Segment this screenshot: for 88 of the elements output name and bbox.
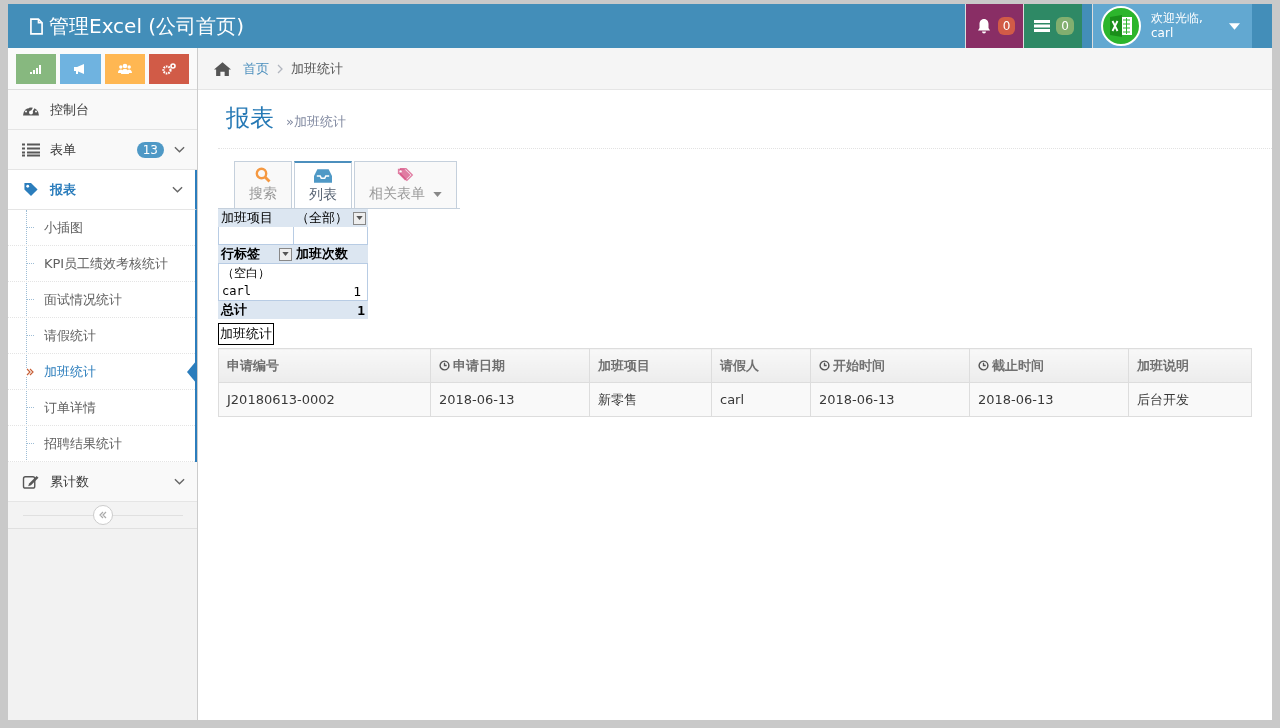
pivot-value-header: 加班次数 xyxy=(296,245,349,263)
bullhorn-shortcut-button[interactable] xyxy=(60,54,101,84)
pivot-value: 1 xyxy=(353,283,362,299)
submenu-item[interactable]: KPI员工绩效考核统计 xyxy=(8,246,195,282)
signal-bars-icon xyxy=(29,63,44,75)
column-header[interactable]: 请假人 xyxy=(711,348,811,383)
caret-icon xyxy=(1229,22,1240,30)
user-name: carl xyxy=(1151,26,1175,41)
tasks-icon xyxy=(1034,18,1051,34)
tab[interactable]: 搜索 xyxy=(234,161,292,208)
caret-icon xyxy=(356,216,363,220)
page-title: 报表 xyxy=(226,103,274,134)
pivot-filter-label: 加班项目 xyxy=(220,209,274,227)
tab[interactable]: 相关表单 xyxy=(354,161,457,208)
table-cell: 新零售 xyxy=(589,382,712,417)
menu-label: 表单 xyxy=(50,140,77,159)
sidebar-item[interactable]: 累计数 xyxy=(8,462,197,502)
tags-icon xyxy=(396,167,415,183)
double-chevron-icon xyxy=(26,367,34,376)
column-header[interactable]: 开始时间 xyxy=(810,348,970,383)
sidebar-item[interactable]: 控制台 xyxy=(8,90,197,130)
edit-icon xyxy=(22,474,40,489)
gears-icon xyxy=(161,63,176,75)
document-icon xyxy=(30,17,43,35)
pivot-row-label: carl xyxy=(221,284,252,298)
user-menu[interactable]: 欢迎光临, carl xyxy=(1092,4,1252,48)
menu-label: 累计数 xyxy=(50,472,90,491)
table-cell: 2018-06-13 xyxy=(969,382,1129,417)
page-subtitle: »加班统计 xyxy=(286,113,346,131)
home-icon xyxy=(214,61,231,76)
submenu-item[interactable]: 请假统计 xyxy=(8,318,195,354)
bell-icon xyxy=(975,18,992,34)
pivot-caption: 加班统计 xyxy=(218,323,274,345)
count-badge: 0 xyxy=(1056,17,1074,35)
collapse-sidebar-button[interactable] xyxy=(92,505,113,525)
search-icon xyxy=(254,167,272,183)
column-header[interactable]: 申请编号 xyxy=(218,348,431,383)
chevron-right-icon xyxy=(277,63,283,74)
inbox-icon xyxy=(314,168,332,184)
chevron-icon xyxy=(172,185,183,194)
column-header[interactable]: 加班说明 xyxy=(1128,348,1252,383)
app-title[interactable]: 管理Excel (公司首页) xyxy=(49,12,244,40)
count-badge: 13 xyxy=(136,141,164,158)
notifications-button[interactable]: 0 xyxy=(964,4,1024,48)
column-header[interactable]: 申请日期 xyxy=(430,348,590,383)
menu-label: 报表 xyxy=(50,180,77,199)
breadcrumb-current: 加班统计 xyxy=(291,59,343,78)
submenu-item[interactable]: 加班统计 xyxy=(8,354,195,390)
tasks-button[interactable]: 0 xyxy=(1023,4,1082,48)
submenu-item[interactable]: 面试情况统计 xyxy=(8,282,195,318)
cogs-shortcut-button[interactable] xyxy=(148,54,189,84)
users-icon xyxy=(117,63,132,75)
spreadsheet-avatar-icon xyxy=(1101,6,1141,46)
caret-icon xyxy=(433,191,442,197)
double-chevron-left-icon xyxy=(97,510,108,520)
pivot-row-header: 行标签 xyxy=(220,245,261,263)
table-cell: carl xyxy=(711,382,811,417)
tag-icon xyxy=(22,182,40,197)
tab[interactable]: 列表 xyxy=(294,161,352,208)
clock-icon xyxy=(439,359,450,371)
signal-shortcut-button[interactable] xyxy=(16,54,57,84)
count-badge: 0 xyxy=(997,17,1016,35)
clock-icon xyxy=(978,359,989,371)
submenu-item[interactable]: 小插图 xyxy=(8,210,195,246)
menu-label: 控制台 xyxy=(50,100,90,119)
pivot-total-value: 1 xyxy=(357,302,366,318)
filter-dropdown-button[interactable] xyxy=(279,247,292,261)
clock-icon xyxy=(819,359,830,371)
sidebar-item[interactable]: 表单 13 xyxy=(8,130,197,170)
pivot-row-label: （空白） xyxy=(221,264,271,282)
sidebar-item[interactable]: 报表 xyxy=(8,170,197,210)
pivot-total-label: 总计 xyxy=(219,301,248,319)
table-cell: 后台开发 xyxy=(1128,382,1252,417)
table-cell: 2018-06-13 xyxy=(810,382,970,417)
table-cell: 2018-06-13 xyxy=(430,382,590,417)
caret-icon xyxy=(282,252,289,256)
column-header[interactable]: 截止时间 xyxy=(969,348,1129,383)
column-header[interactable]: 加班项目 xyxy=(589,348,712,383)
list-icon xyxy=(22,142,40,157)
greeting-text: 欢迎光临, xyxy=(1151,11,1204,26)
users-shortcut-button[interactable] xyxy=(104,54,145,84)
filter-dropdown-button[interactable] xyxy=(353,211,366,225)
table-cell: J20180613-0002 xyxy=(218,382,431,417)
submenu-item[interactable]: 订单详情 xyxy=(8,390,195,426)
chevron-icon xyxy=(174,477,185,486)
pivot-filter-value: （全部） xyxy=(296,209,349,227)
breadcrumb-link[interactable]: 首页 xyxy=(243,59,269,78)
chevron-icon xyxy=(174,145,185,154)
